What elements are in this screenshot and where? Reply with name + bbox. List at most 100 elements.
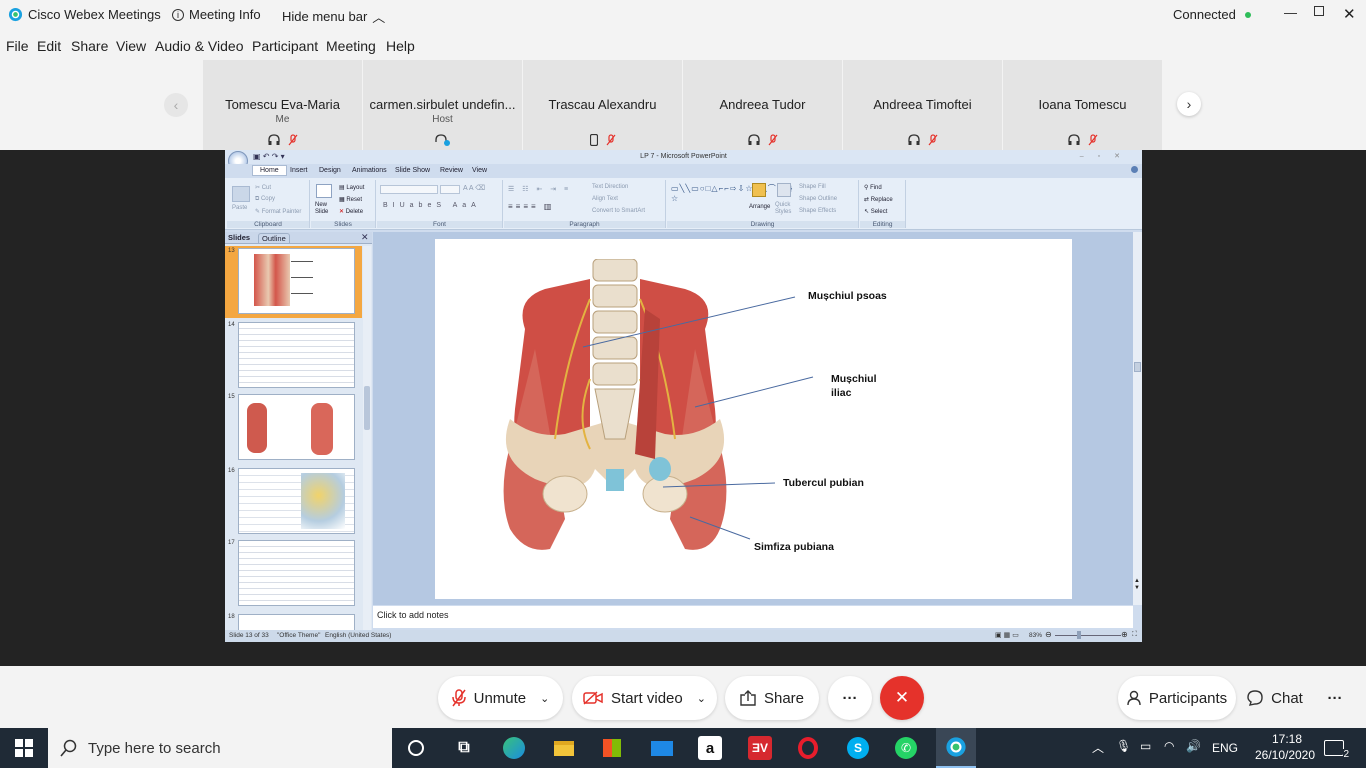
- scroll-left-button[interactable]: ‹: [164, 93, 188, 117]
- slide-thumbnail-16[interactable]: [238, 468, 355, 534]
- current-slide[interactable]: Mușchiul psoas Mușchiul iliac Tubercul p…: [435, 239, 1072, 599]
- shapes-gallery[interactable]: ▭╲╲▭○□△⌐⌐⇨⇩☆◇△⌒⌒{}☆: [671, 184, 792, 204]
- close-button[interactable]: ✕: [1343, 5, 1356, 23]
- show-hidden-icons[interactable]: ︿: [1092, 739, 1104, 756]
- chevron-down-icon[interactable]: ⌄: [697, 692, 706, 705]
- layout-button[interactable]: ▤ Layout: [339, 184, 364, 191]
- select-button[interactable]: ↖ Select: [864, 208, 887, 215]
- slide-thumbnail-18[interactable]: [238, 614, 355, 630]
- menu-edit[interactable]: Edit: [37, 38, 61, 54]
- find-button[interactable]: ⚲ Find: [864, 184, 882, 191]
- shape-effects-button[interactable]: Shape Effects: [799, 208, 836, 214]
- panel-tab-outline[interactable]: Outline: [258, 233, 290, 243]
- panel-tab-slides[interactable]: Slides: [228, 233, 250, 242]
- edge-app[interactable]: [502, 736, 526, 760]
- slide-thumbnail-17[interactable]: [238, 540, 355, 606]
- tab-view[interactable]: View: [472, 167, 487, 174]
- expressvpn-app[interactable]: ƎV: [748, 736, 772, 760]
- hide-menu-bar-button[interactable]: Hide menu bar ︿: [282, 7, 385, 26]
- menu-audio-video[interactable]: Audio & Video: [155, 38, 243, 54]
- smartart-button[interactable]: Convert to SmartArt: [592, 208, 645, 214]
- scroll-right-button[interactable]: ›: [1177, 92, 1201, 116]
- opera-app[interactable]: [796, 736, 820, 760]
- chevron-down-icon[interactable]: ⌄: [540, 692, 549, 705]
- shape-fill-button[interactable]: Shape Fill: [799, 184, 826, 190]
- store-app[interactable]: [600, 736, 624, 760]
- taskbar-search-box[interactable]: Type here to search: [48, 728, 392, 768]
- quick-styles-button[interactable]: Quick Styles: [775, 202, 795, 216]
- quick-access-toolbar[interactable]: ▣ ↶ ↷ ▾: [253, 150, 285, 164]
- help-icon[interactable]: [1131, 166, 1138, 173]
- panel-close-icon[interactable]: ✕: [361, 232, 369, 243]
- microphone-tray-icon[interactable]: 🎙: [1116, 739, 1131, 753]
- align-buttons[interactable]: ≡≡≡≡ ▥: [508, 202, 554, 211]
- menu-help[interactable]: Help: [386, 38, 415, 54]
- copy-button[interactable]: ⧉ Copy: [255, 196, 275, 203]
- slide-scroll-thumb[interactable]: [1134, 362, 1141, 372]
- more-panels-button[interactable]: ···: [1318, 676, 1352, 720]
- thumbnail-scrollbar[interactable]: [363, 246, 371, 630]
- tab-review[interactable]: Review: [440, 167, 463, 174]
- unmute-button[interactable]: Unmute ⌄: [438, 676, 563, 720]
- new-slide-button[interactable]: New Slide: [315, 202, 339, 216]
- zoom-out-icon[interactable]: ⊖: [1045, 630, 1052, 639]
- slide-thumbnail-13[interactable]: [238, 248, 355, 314]
- arrange-button[interactable]: Arrange: [749, 204, 770, 210]
- tab-animations[interactable]: Animations: [352, 167, 387, 174]
- skype-app[interactable]: S: [846, 736, 870, 760]
- prev-next-slide-icons[interactable]: ▲ ▼: [1134, 578, 1140, 592]
- mail-app[interactable]: [650, 736, 674, 760]
- menu-share[interactable]: Share: [71, 38, 108, 54]
- amazon-app[interactable]: a: [698, 736, 722, 760]
- menu-participant[interactable]: Participant: [252, 38, 318, 54]
- font-name-select[interactable]: [380, 185, 438, 194]
- paste-button[interactable]: Paste: [232, 205, 247, 211]
- chat-button[interactable]: Chat: [1238, 676, 1312, 720]
- participants-button[interactable]: Participants: [1118, 676, 1236, 720]
- tab-slide-show[interactable]: Slide Show: [395, 167, 430, 174]
- end-meeting-button[interactable]: ✕: [880, 676, 924, 720]
- start-video-button[interactable]: Start video ⌄: [572, 676, 717, 720]
- meeting-info-button[interactable]: i Meeting Info: [172, 7, 261, 22]
- share-button[interactable]: Share: [725, 676, 819, 720]
- menu-file[interactable]: File: [6, 38, 29, 54]
- task-view-button[interactable]: ⧉: [452, 736, 476, 760]
- shape-outline-button[interactable]: Shape Outline: [799, 196, 837, 202]
- participant-card[interactable]: Trascau Alexandru: [523, 60, 682, 150]
- participant-card[interactable]: Andreea Timoftei: [843, 60, 1002, 150]
- font-size-select[interactable]: [440, 185, 460, 194]
- slide-thumbnail-14[interactable]: [238, 322, 355, 388]
- menu-view[interactable]: View: [116, 38, 146, 54]
- tab-home[interactable]: Home: [252, 165, 287, 176]
- fit-to-window-icon[interactable]: ⛶: [1132, 631, 1137, 639]
- delete-button[interactable]: ✕ Delete: [339, 208, 363, 215]
- minimize-button[interactable]: —: [1284, 5, 1297, 20]
- start-button[interactable]: [12, 736, 36, 760]
- battery-icon[interactable]: ▭: [1140, 739, 1151, 753]
- restore-button[interactable]: [1314, 6, 1324, 16]
- file-explorer-app[interactable]: [552, 736, 576, 760]
- more-options-button[interactable]: ···: [828, 676, 872, 720]
- font-format-buttons[interactable]: BIUabeS AaA: [383, 202, 481, 209]
- clock-time[interactable]: 17:18: [1262, 732, 1312, 746]
- view-buttons[interactable]: ▣▦▭: [995, 631, 1021, 639]
- whatsapp-app[interactable]: ✆: [894, 736, 918, 760]
- font-grow-shrink-icons[interactable]: A A ⌫: [463, 184, 485, 192]
- volume-icon[interactable]: 🔊: [1186, 739, 1201, 753]
- participant-card[interactable]: Tomescu Eva-Maria Me: [203, 60, 362, 150]
- format-painter-button[interactable]: ✎ Format Painter: [255, 208, 301, 215]
- cortana-button[interactable]: [404, 736, 428, 760]
- participant-card[interactable]: Ioana Tomescu: [1003, 60, 1162, 150]
- participant-card[interactable]: Andreea Tudor: [683, 60, 842, 150]
- thumbnail-scroll-thumb[interactable]: [364, 386, 370, 430]
- zoom-in-icon[interactable]: ⊕: [1121, 630, 1128, 639]
- slide-scrollbar[interactable]: ▲ ▼: [1133, 232, 1142, 605]
- notes-pane[interactable]: Click to add notes: [373, 606, 1133, 628]
- align-text-button[interactable]: Align Text: [592, 196, 618, 202]
- wifi-icon[interactable]: ◠: [1164, 739, 1174, 753]
- input-language[interactable]: ENG: [1212, 741, 1238, 755]
- zoom-slider[interactable]: [1055, 635, 1121, 636]
- participant-card[interactable]: carmen.sirbulet undefin... Host: [363, 60, 522, 150]
- ppt-window-controls[interactable]: –▫✕: [1080, 150, 1134, 164]
- notifications-button[interactable]: 2: [1324, 740, 1349, 760]
